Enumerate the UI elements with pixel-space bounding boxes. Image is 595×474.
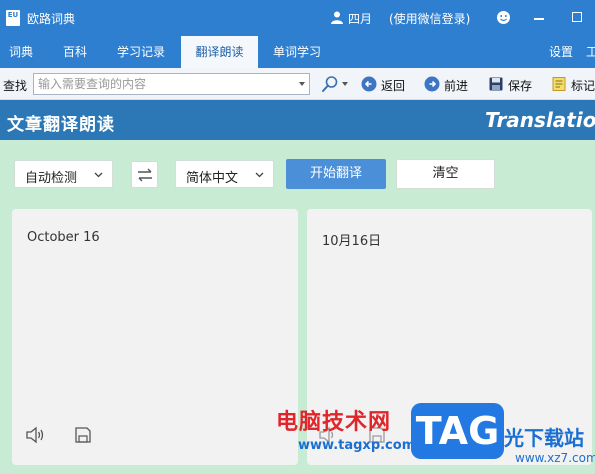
section-banner: 文章翻译朗读 Translatio xyxy=(0,100,595,140)
back-label: 返回 xyxy=(381,79,406,93)
forward-button[interactable]: 前进 xyxy=(424,74,474,94)
swap-arrows-icon xyxy=(138,168,152,182)
watermark-site-name: 光下载站 xyxy=(504,426,584,450)
tab-translate-read[interactable]: 翻译朗读 xyxy=(181,36,258,68)
forward-label: 前进 xyxy=(444,79,469,93)
search-box[interactable] xyxy=(33,73,310,95)
search-label: 查找 xyxy=(3,79,28,93)
smile-icon[interactable] xyxy=(496,10,511,25)
app-title: 欧路词典 xyxy=(27,12,76,26)
source-language-select[interactable]: 自动检测 xyxy=(14,160,113,188)
tab-word-study[interactable]: 单词学习 xyxy=(273,36,321,68)
target-text[interactable]: 10月16日 xyxy=(322,230,381,249)
mark-button[interactable]: 标记 xyxy=(551,74,595,94)
save-button[interactable]: 保存 xyxy=(488,74,538,94)
wechat-login-link[interactable]: (使用微信登录) xyxy=(389,10,470,27)
tab-tools[interactable]: 工 xyxy=(586,36,595,68)
maximize-icon[interactable] xyxy=(572,12,582,22)
back-button[interactable]: 返回 xyxy=(361,74,411,94)
watermark-logo: TAG xyxy=(411,403,504,459)
user-name[interactable]: 四月 xyxy=(348,10,372,27)
chevron-down-icon xyxy=(255,172,264,178)
target-language-value: 简体中文 xyxy=(186,171,239,186)
user-icon[interactable] xyxy=(331,11,343,24)
source-text[interactable]: October 16 xyxy=(27,230,100,245)
search-history-dropdown-icon[interactable] xyxy=(299,82,305,86)
target-language-select[interactable]: 简体中文 xyxy=(175,160,274,188)
tab-study-records[interactable]: 学习记录 xyxy=(117,36,165,68)
toolbar: 查找 返回 前进 保存 xyxy=(0,68,595,100)
back-arrow-icon xyxy=(361,76,377,92)
forward-arrow-icon xyxy=(424,76,440,92)
title-bar: EU 欧路词典 四月 (使用微信登录) xyxy=(0,0,595,36)
save-disk-icon xyxy=(489,77,503,91)
search-icon[interactable] xyxy=(321,75,339,93)
start-translate-button[interactable]: 开始翻译 xyxy=(286,159,386,189)
tab-dictionary[interactable]: 词典 xyxy=(9,36,33,68)
search-options-chevron-icon[interactable] xyxy=(342,82,348,86)
source-text-panel[interactable]: October 16 xyxy=(12,209,298,465)
speaker-icon[interactable] xyxy=(25,425,45,445)
swap-languages-button[interactable] xyxy=(131,161,158,188)
tab-encyclopedia[interactable]: 百科 xyxy=(63,36,87,68)
watermark-site-url: www.xz7.com xyxy=(515,451,595,465)
save-label: 保存 xyxy=(508,79,533,93)
main-tab-bar: 词典 百科 学习记录 翻译朗读 单词学习 设置 工 xyxy=(0,36,595,68)
clear-button[interactable]: 清空 xyxy=(396,159,495,189)
source-language-value: 自动检测 xyxy=(25,171,78,186)
tab-settings[interactable]: 设置 xyxy=(549,36,573,68)
mark-note-icon xyxy=(552,77,566,91)
minimize-icon[interactable] xyxy=(534,18,544,20)
search-input[interactable] xyxy=(38,76,288,92)
page-subtitle: Translatio xyxy=(485,108,595,132)
mark-label: 标记 xyxy=(571,79,595,93)
watermark-url: www.tagxp.com xyxy=(298,438,416,453)
watermark-text: 电脑技术网 xyxy=(276,410,392,435)
app-logo-icon: EU xyxy=(6,10,20,26)
chevron-down-icon xyxy=(94,172,103,178)
page-title: 文章翻译朗读 xyxy=(7,115,115,135)
save-disk-icon[interactable] xyxy=(73,425,93,445)
